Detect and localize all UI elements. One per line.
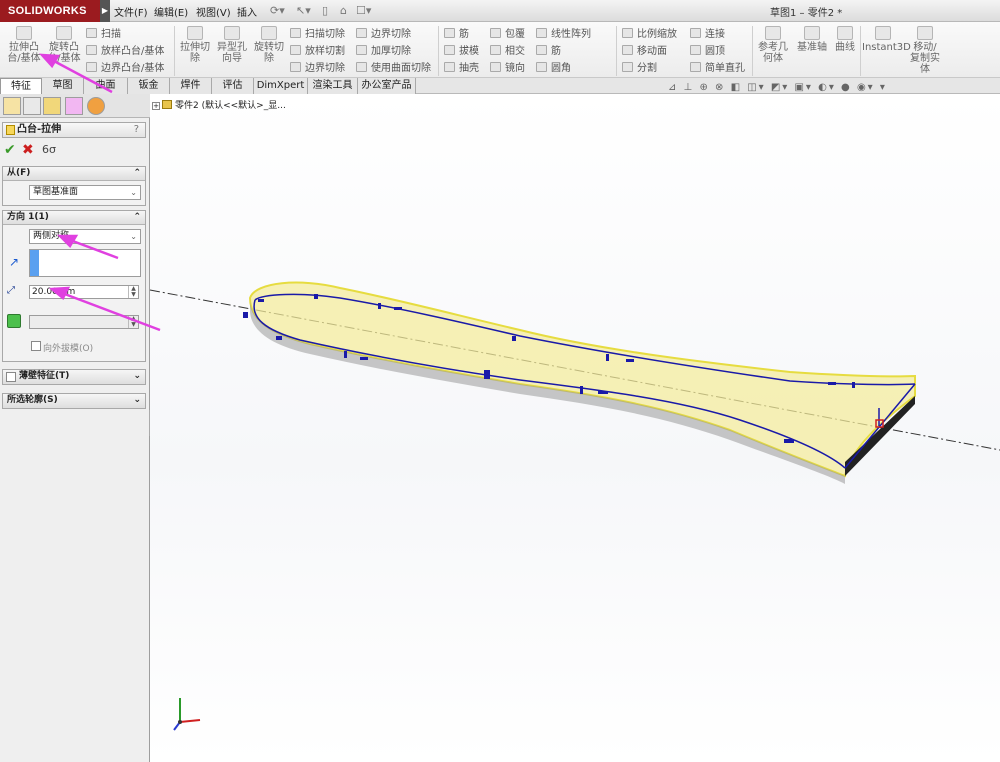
model-preview-svg — [39, 53, 1000, 484]
extrude-preview-body — [248, 281, 916, 478]
annotation-arrows — [39, 53, 161, 332]
coordinate-triad — [173, 698, 201, 731]
